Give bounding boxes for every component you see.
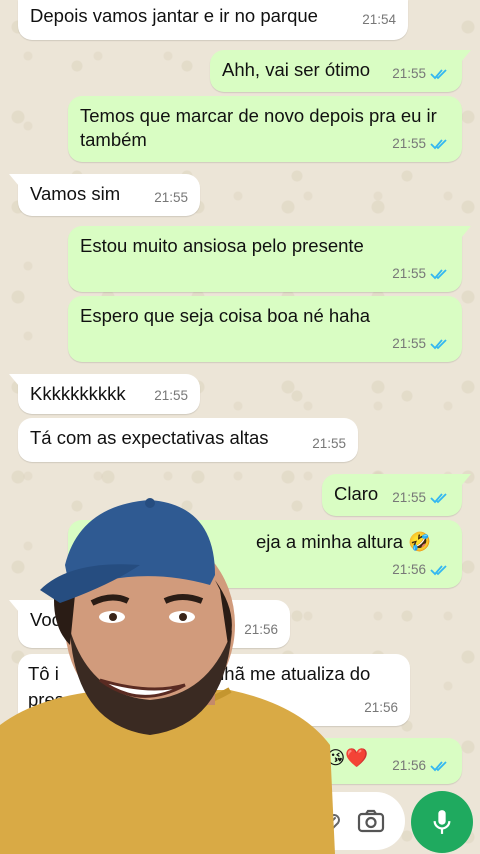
message-meta: 21:56 xyxy=(392,754,450,778)
message-time: 21:56 xyxy=(364,700,398,715)
message-meta: 21:55 xyxy=(392,132,450,156)
message-outgoing[interactable]: Estou muito ansiosa pelo presente 21:55 xyxy=(68,226,471,292)
message-text: Depois vamos jantar e ir no parque xyxy=(30,5,318,26)
mic-button[interactable] xyxy=(411,791,473,853)
message-meta: 21:56 xyxy=(392,558,450,582)
message-text: Tá com as expectativas altas xyxy=(30,427,269,448)
double-check-icon xyxy=(430,137,450,151)
camera-icon[interactable] xyxy=(356,806,386,836)
message-incoming[interactable]: Vamos sim 21:55 xyxy=(9,174,200,216)
message-text: Espero que seja coisa boa né haha xyxy=(80,305,371,326)
message-time: 21:55 xyxy=(154,388,188,403)
message-meta: 21:55 xyxy=(392,62,450,86)
message-time: 21:55 xyxy=(312,436,346,451)
mic-icon xyxy=(433,810,451,834)
message-text: Ahh, vai ser ótimo xyxy=(222,59,371,80)
message-outgoing[interactable]: Ahh, vai ser ótimo 21:55 xyxy=(210,50,471,92)
message-meta: 21:55 xyxy=(392,262,450,286)
message-text: Claro xyxy=(334,483,379,504)
double-check-icon xyxy=(430,563,450,577)
message-time: 21:54 xyxy=(362,12,396,27)
person-overlay xyxy=(0,498,335,854)
message-time: 21:55 xyxy=(154,190,188,205)
double-check-icon xyxy=(430,337,450,351)
message-text: Kkkkkkkkkk xyxy=(30,383,126,404)
double-check-icon xyxy=(430,759,450,773)
message-incoming[interactable]: Tá com as expectativas altas 21:55 xyxy=(18,418,358,462)
double-check-icon xyxy=(430,67,450,81)
message-meta: 21:55 xyxy=(392,332,450,356)
message-text: Estou muito ansiosa pelo presente xyxy=(80,235,364,256)
double-check-icon xyxy=(430,267,450,281)
message-incoming[interactable]: Depois vamos jantar e ir no parque 21:54 xyxy=(18,0,408,40)
message-outgoing[interactable]: Claro 21:55 xyxy=(322,474,471,516)
double-check-icon xyxy=(430,491,450,505)
message-outgoing[interactable]: Espero que seja coisa boa né haha 21:55 xyxy=(68,296,462,362)
message-outgoing[interactable]: Temos que marcar de novo depois pra eu i… xyxy=(68,96,462,162)
message-text: Vamos sim xyxy=(30,183,121,204)
message-meta: 21:55 xyxy=(392,486,450,510)
message-incoming[interactable]: Kkkkkkkkkk 21:55 xyxy=(9,374,200,414)
